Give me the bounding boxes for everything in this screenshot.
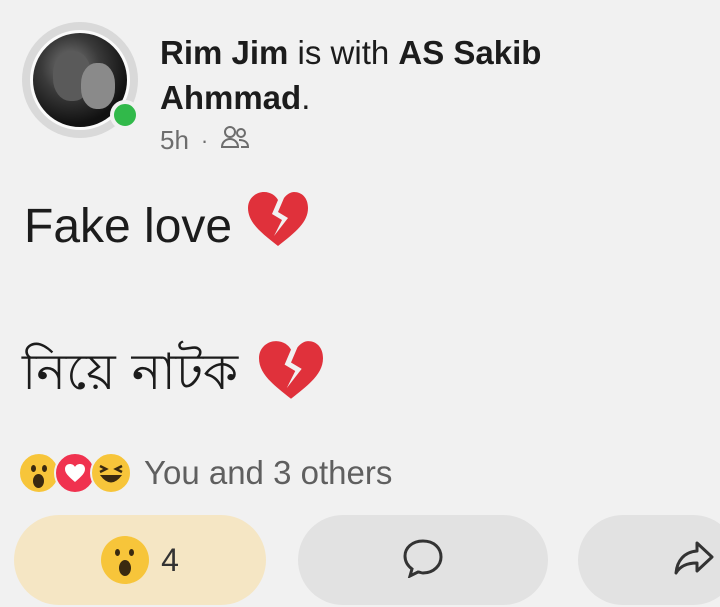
meta-separator: · bbox=[200, 127, 209, 153]
reaction-summary-text: You and 3 others bbox=[144, 454, 393, 491]
react-button[interactable]: 4 bbox=[14, 515, 266, 605]
comment-button[interactable] bbox=[298, 515, 548, 605]
author-name[interactable]: Rim Jim bbox=[160, 34, 288, 71]
online-status-dot bbox=[110, 100, 140, 130]
post-header: Rim Jim is with AS Sakib Ahmmad. bbox=[160, 30, 680, 120]
avatar-image-detail bbox=[81, 63, 115, 109]
broken-heart-icon bbox=[246, 190, 310, 262]
post-meta: 5h · bbox=[160, 124, 250, 157]
with-text: is with bbox=[288, 34, 399, 71]
post-text-bengali: নিয়ে নাটক bbox=[22, 343, 239, 401]
post-text-line-2: নিয়ে নাটক bbox=[22, 335, 326, 418]
reaction-count: 4 bbox=[161, 541, 179, 578]
post-text: Fake love bbox=[24, 199, 233, 253]
reaction-summary[interactable]: You and 3 others bbox=[18, 452, 392, 494]
post-text-line-1: Fake love bbox=[24, 190, 310, 262]
broken-heart-icon bbox=[256, 339, 326, 415]
friends-icon bbox=[220, 124, 250, 157]
share-icon bbox=[673, 540, 715, 581]
comment-icon bbox=[402, 538, 444, 583]
share-button[interactable] bbox=[578, 515, 720, 605]
header-period: . bbox=[301, 79, 311, 116]
post-time[interactable]: 5h bbox=[160, 125, 189, 156]
haha-icon bbox=[90, 452, 132, 494]
wow-icon bbox=[101, 536, 150, 584]
